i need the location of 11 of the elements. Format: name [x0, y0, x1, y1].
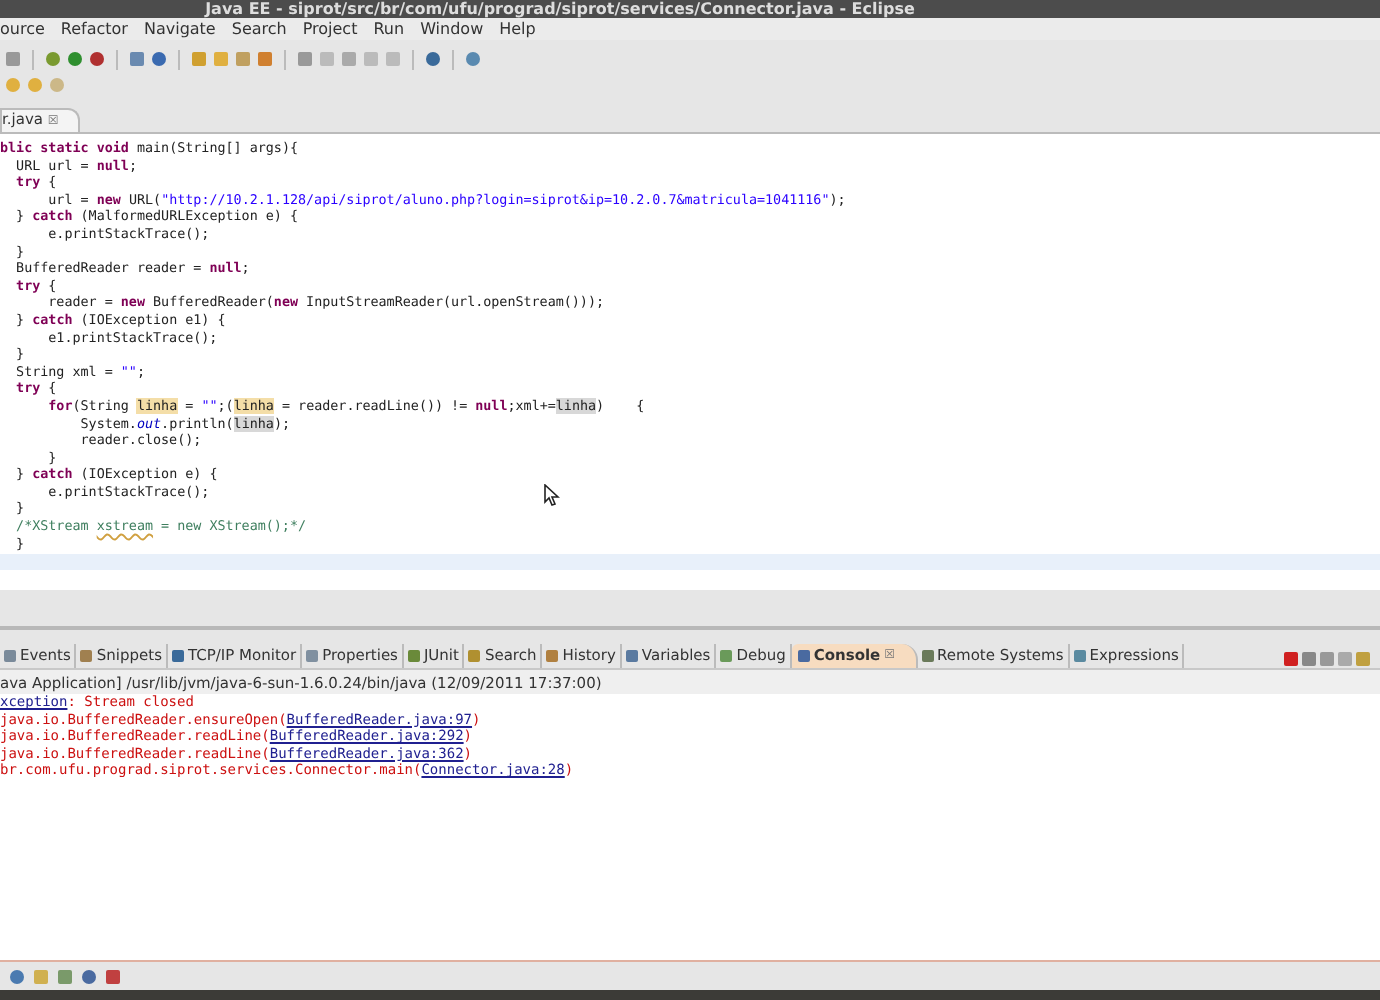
menu-item[interactable]: Help	[499, 20, 536, 38]
window-title: Java EE - siprot/src/br/com/ufu/prograd/siprot/services/Connector.java - Eclipse	[205, 0, 915, 18]
menu-item[interactable]: ource	[0, 20, 45, 38]
menu-item[interactable]: Navigate	[143, 20, 216, 38]
menu-item[interactable]: Project	[302, 20, 358, 38]
menu-item[interactable]: Search	[231, 20, 287, 38]
menu-item[interactable]: Window	[420, 20, 484, 38]
menu-item[interactable]: Run	[373, 20, 405, 38]
stop-icon[interactable]	[1282, 650, 1300, 668]
menu-item[interactable]: Refactor	[60, 20, 128, 38]
mouse-cursor-icon	[544, 484, 560, 506]
